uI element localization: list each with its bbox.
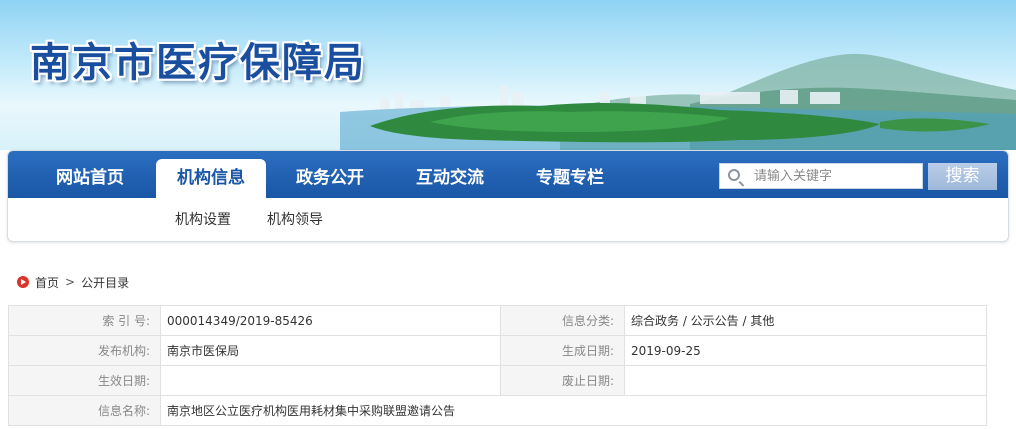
category-label: 信息分类: — [500, 305, 625, 336]
search-box — [719, 163, 923, 189]
breadcrumb: 首页 > 公开目录 — [17, 274, 129, 290]
publisher-value: 南京市医保局 — [160, 335, 501, 366]
index-number-value: 000014349/2019-85426 — [160, 305, 501, 336]
nav-item-organization-info[interactable]: 机构信息 — [156, 159, 266, 198]
search-input[interactable] — [754, 164, 920, 188]
nav-item-home[interactable]: 网站首页 — [38, 159, 142, 198]
effective-date-label: 生效日期: — [8, 365, 161, 396]
search-button[interactable]: 搜索 — [928, 163, 997, 190]
table-row: 索 引 号: 000014349/2019-85426 信息分类: 综合政务 /… — [8, 305, 987, 336]
table-row: 信息名称: 南京地区公立医疗机构医用耗材集中采购联盟邀请公告 — [8, 395, 987, 426]
category-value: 综合政务 / 公示公告 / 其他 — [624, 305, 987, 336]
site-title: 南京市医疗保障局 — [30, 39, 366, 86]
nav-item-special-topics[interactable]: 专题专栏 — [518, 159, 622, 198]
publisher-label: 发布机构: — [8, 335, 161, 366]
effective-date-value — [160, 365, 501, 396]
expiry-date-value — [624, 365, 987, 396]
home-arrow-icon — [17, 276, 29, 288]
table-row: 生效日期: 废止日期: — [8, 365, 987, 396]
nav-bar: 网站首页 机构信息 政务公开 互动交流 专题专栏 搜索 — [8, 151, 1008, 198]
created-date-label: 生成日期: — [500, 335, 625, 366]
info-name-value: 南京地区公立医疗机构医用耗材集中采购联盟邀请公告 — [160, 395, 987, 426]
header-banner: 南京市医疗保障局 — [0, 0, 1016, 150]
breadcrumb-home-link[interactable]: 首页 — [35, 274, 59, 291]
search-icon — [728, 169, 740, 181]
breadcrumb-separator: > — [65, 275, 76, 289]
nav-item-government-affairs[interactable]: 政务公开 — [278, 159, 382, 198]
subnav-item-organization-leaders[interactable]: 机构领导 — [267, 209, 323, 229]
info-name-label: 信息名称: — [8, 395, 161, 426]
main-navigation: 网站首页 机构信息 政务公开 互动交流 专题专栏 搜索 机构设置 机构领导 — [7, 150, 1009, 242]
breadcrumb-current[interactable]: 公开目录 — [81, 274, 129, 291]
subnav-item-organization-setup[interactable]: 机构设置 — [175, 209, 231, 229]
table-row: 发布机构: 南京市医保局 生成日期: 2019-09-25 — [8, 335, 987, 366]
index-number-label: 索 引 号: — [8, 305, 161, 336]
created-date-value: 2019-09-25 — [624, 335, 987, 366]
info-metadata-table: 索 引 号: 000014349/2019-85426 信息分类: 综合政务 /… — [8, 305, 987, 426]
expiry-date-label: 废止日期: — [500, 365, 625, 396]
nav-item-interaction[interactable]: 互动交流 — [398, 159, 502, 198]
